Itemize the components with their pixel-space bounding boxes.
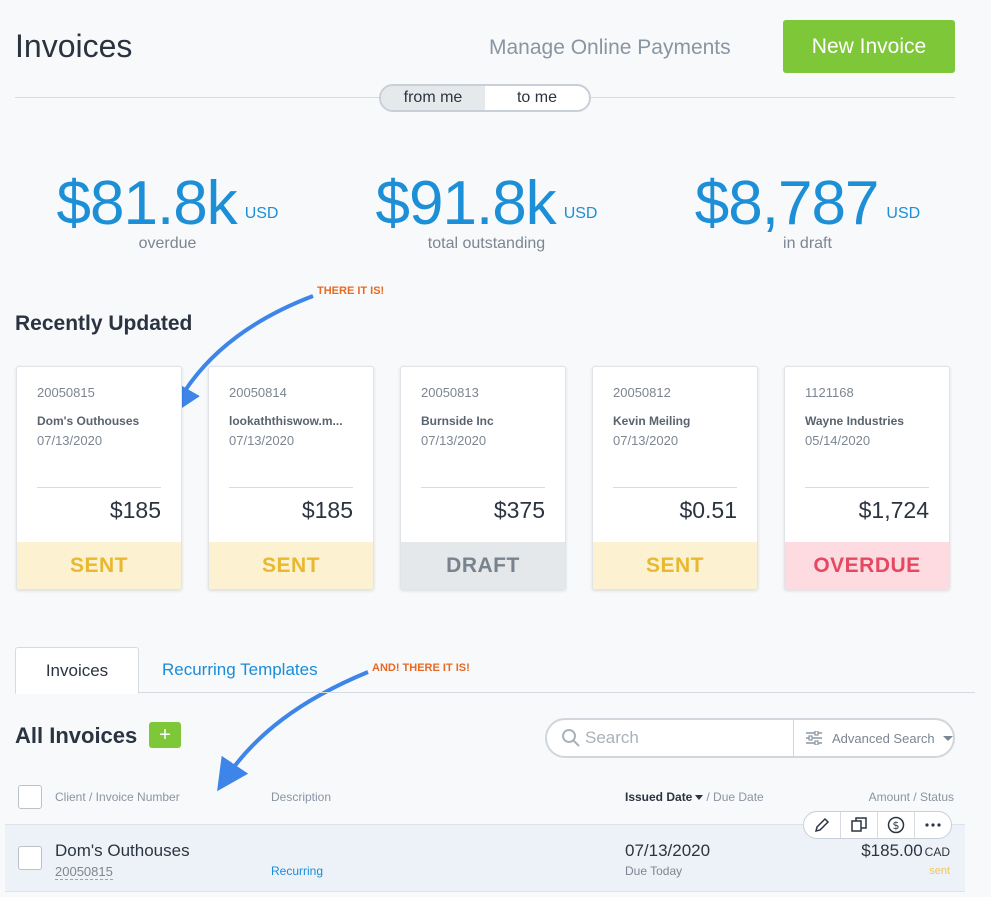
tabs-divider (15, 692, 975, 693)
row-amount: $185.00 CAD (861, 841, 950, 861)
advanced-search-label: Advanced Search (832, 730, 935, 746)
sort-desc-icon (695, 795, 704, 800)
card-invoice-number: 20050813 (421, 385, 479, 400)
card-status: OVERDUE (785, 542, 949, 589)
recent-invoice-card[interactable]: 20050813 Burnside Inc 07/13/2020 $375 DR… (400, 366, 566, 590)
column-issued-date[interactable]: Issued Date / Due Date (625, 790, 764, 804)
sliders-icon (806, 731, 822, 745)
card-divider (421, 487, 545, 488)
card-divider (229, 487, 353, 488)
row-invoice-number[interactable]: 20050815 (55, 864, 113, 880)
row-due-date: Due Today (625, 864, 683, 878)
card-status: DRAFT (401, 542, 565, 589)
card-divider (805, 487, 929, 488)
card-invoice-number: 20050812 (613, 385, 671, 400)
recently-updated-title: Recently Updated (15, 312, 193, 335)
row-description: Recurring (271, 864, 324, 878)
card-divider (37, 487, 161, 488)
annotation-second: AND! THERE IT IS! (372, 662, 470, 674)
card-status: SENT (593, 542, 757, 589)
card-invoice-number: 20050815 (37, 385, 95, 400)
card-client: Wayne Industries (805, 414, 904, 428)
duplicate-button[interactable] (841, 812, 878, 838)
row-amount-value: $185.00 (861, 841, 923, 860)
search-icon (562, 729, 580, 747)
more-dots-icon (925, 823, 941, 827)
chevron-down-icon (942, 735, 953, 741)
search-divider (793, 719, 794, 757)
card-invoice-number: 1121168 (805, 385, 854, 400)
card-date: 07/13/2020 (421, 433, 487, 448)
card-divider (613, 487, 737, 488)
add-invoice-button[interactable]: + (149, 722, 181, 748)
recent-invoice-card[interactable]: 20050815 Dom's Outhouses 07/13/2020 $185… (16, 366, 182, 590)
column-client[interactable]: Client / Invoice Number (55, 790, 180, 804)
svg-text:$: $ (893, 819, 900, 832)
search-input[interactable] (585, 728, 785, 748)
card-client: lookaththiswow.m... (229, 414, 343, 428)
column-issued-label: Issued Date (625, 790, 693, 804)
column-amount-status[interactable]: Amount / Status (869, 790, 954, 804)
card-date: 07/13/2020 (37, 433, 103, 448)
all-invoices-title: All Invoices (15, 723, 138, 748)
duplicate-icon (851, 817, 867, 832)
row-checkbox[interactable] (18, 846, 42, 870)
card-amount: $185 (301, 497, 353, 523)
row-status: sent (929, 865, 950, 877)
payment-button[interactable]: $ (878, 812, 915, 838)
card-client: Kevin Meiling (613, 414, 691, 428)
recent-invoice-card[interactable]: 20050812 Kevin Meiling 07/13/2020 $0.51 … (592, 366, 758, 590)
card-status: SENT (17, 542, 181, 589)
edit-button[interactable] (804, 812, 841, 838)
card-client: Burnside Inc (421, 414, 494, 428)
row-issued-date: 07/13/2020 (625, 841, 711, 860)
pencil-icon (814, 817, 830, 833)
card-status: SENT (209, 542, 373, 589)
recent-invoice-card[interactable]: 1121168 Wayne Industries 05/14/2020 $1,7… (784, 366, 950, 590)
card-client: Dom's Outhouses (37, 414, 140, 428)
card-invoice-number: 20050814 (229, 385, 287, 400)
card-date: 07/13/2020 (229, 433, 295, 448)
more-button[interactable] (915, 812, 951, 838)
column-due-label: / Due Date (706, 790, 764, 804)
advanced-search-button[interactable]: Advanced Search (806, 731, 953, 746)
row-currency: CAD (924, 845, 950, 859)
card-amount: $375 (493, 497, 545, 523)
dollar-circle-icon: $ (887, 816, 905, 834)
recent-invoice-card[interactable]: 20050814 lookaththiswow.m... 07/13/2020 … (208, 366, 374, 590)
tab-recurring-templates[interactable]: Recurring Templates (162, 647, 318, 693)
tab-invoices[interactable]: Invoices (15, 647, 139, 694)
search-bar: Advanced Search (545, 718, 955, 758)
column-description[interactable]: Description (271, 790, 331, 804)
row-client: Dom's Outhouses (55, 841, 190, 860)
card-date: 05/14/2020 (805, 433, 871, 448)
row-actions: $ (803, 811, 952, 839)
select-all-checkbox[interactable] (18, 785, 42, 809)
card-amount: $0.51 (679, 497, 737, 523)
card-amount: $1,724 (858, 497, 929, 523)
card-date: 07/13/2020 (613, 433, 679, 448)
card-amount: $185 (109, 497, 161, 523)
